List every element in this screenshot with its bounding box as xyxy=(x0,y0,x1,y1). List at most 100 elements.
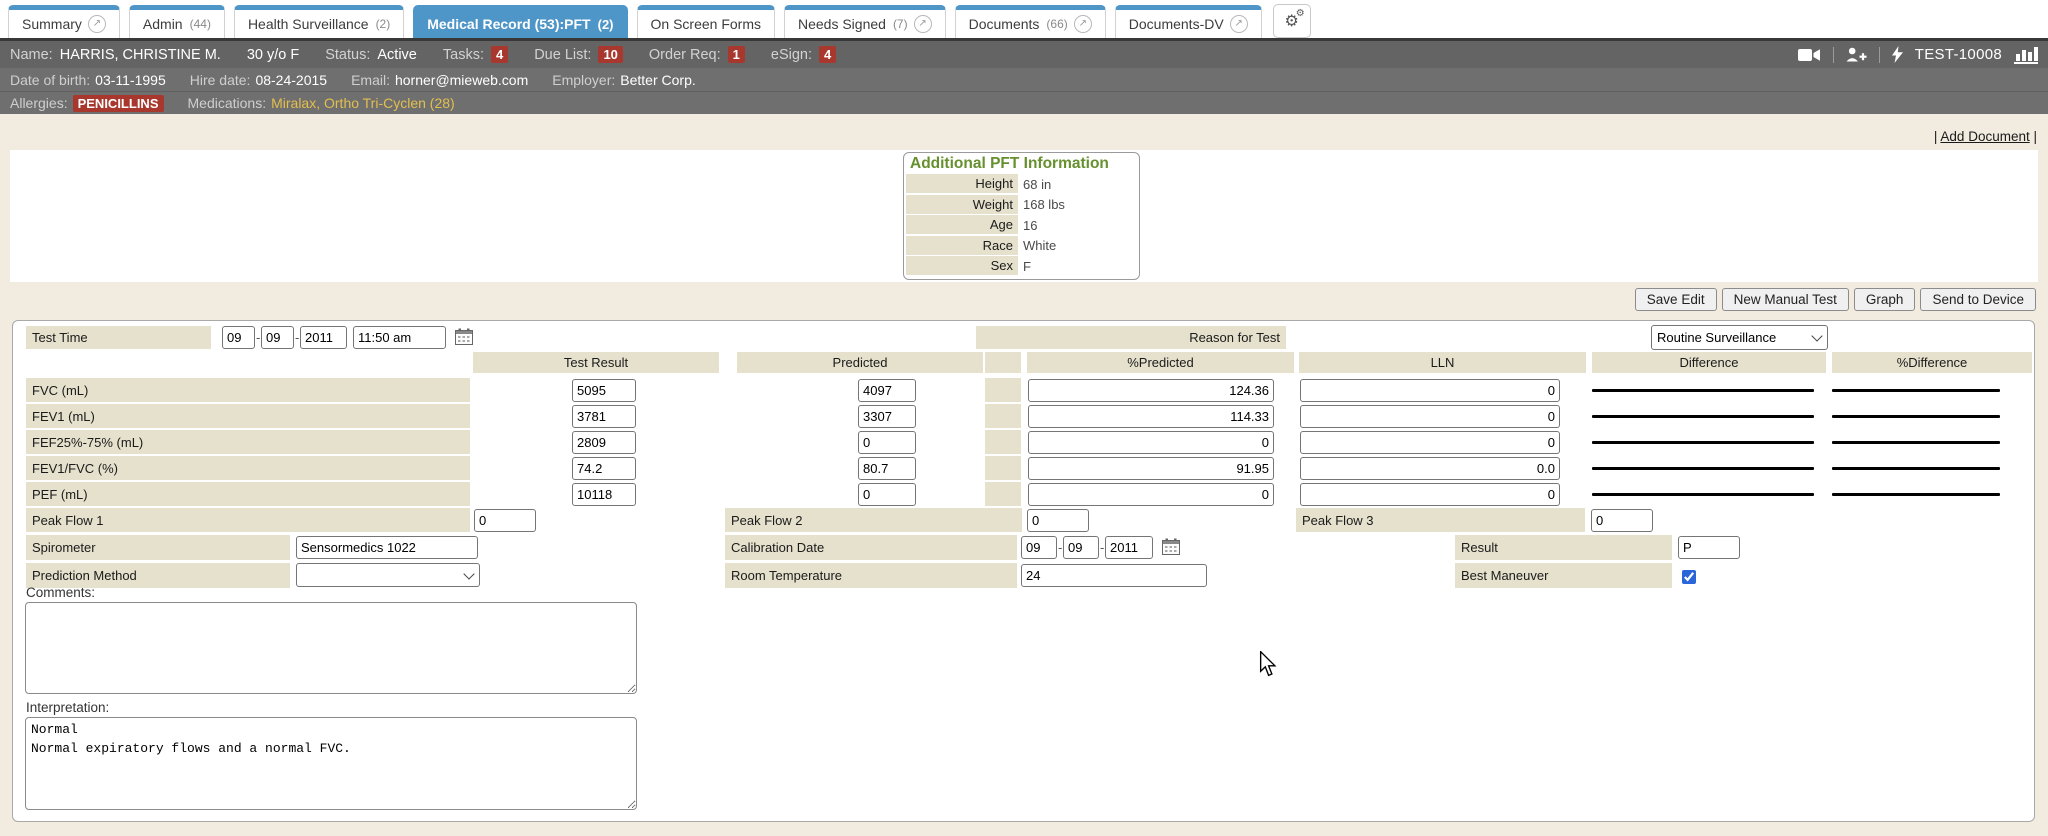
gear-small-icon: ⚙ xyxy=(1296,9,1305,19)
race-label: Race xyxy=(906,236,1018,255)
interpretation-label: Interpretation: xyxy=(26,700,109,715)
fef-predicted-input[interactable] xyxy=(858,431,916,454)
flowsheet-chart-icon[interactable] xyxy=(2014,45,2038,64)
fev1-pct-predicted-input[interactable] xyxy=(1028,405,1274,428)
prediction-method-select[interactable] xyxy=(296,563,480,587)
spirometer-input[interactable] xyxy=(296,536,478,559)
due-list-group[interactable]: Due List: 10 xyxy=(534,46,623,63)
fev1-lln-input[interactable] xyxy=(1300,405,1560,428)
settings-gears-button[interactable]: ⚙ ⚙ xyxy=(1273,4,1311,38)
fef-pct-predicted-input[interactable] xyxy=(1028,431,1274,454)
pef-lln-input[interactable] xyxy=(1300,483,1560,506)
save-edit-button[interactable]: Save Edit xyxy=(1635,288,1717,311)
tab-on-screen-forms[interactable]: On Screen Forms xyxy=(637,5,775,38)
row-spacer xyxy=(985,404,1021,428)
age-value: 16 xyxy=(1018,218,1037,233)
add-person-icon[interactable] xyxy=(1846,47,1867,62)
medication-separator: , xyxy=(316,95,320,111)
tab-label: Health Surveillance xyxy=(248,16,369,32)
result-input[interactable] xyxy=(1678,536,1740,559)
fef-test-result-input[interactable] xyxy=(572,431,636,454)
calibration-day-input[interactable] xyxy=(1063,536,1099,559)
test-month-input[interactable] xyxy=(222,326,255,349)
peak-flow-1-input[interactable] xyxy=(474,509,536,532)
fev1-fvc-lln-input[interactable] xyxy=(1300,457,1560,480)
medication-link-1[interactable]: Miralax xyxy=(271,95,316,111)
fev1-predicted-input[interactable] xyxy=(858,405,916,428)
date-dash: - xyxy=(1100,540,1104,555)
test-day-input[interactable] xyxy=(261,326,294,349)
dob-value: 03-11-1995 xyxy=(95,72,166,88)
esign-count-badge[interactable]: 4 xyxy=(819,46,836,63)
new-manual-test-button[interactable]: New Manual Test xyxy=(1722,288,1849,311)
comments-label: Comments: xyxy=(26,585,95,600)
tab-summary[interactable]: Summary ↗ xyxy=(8,5,120,38)
best-maneuver-checkbox[interactable] xyxy=(1682,570,1696,584)
tab-bar: Summary ↗ Admin (44) Health Surveillance… xyxy=(0,0,2048,38)
popout-icon[interactable]: ↗ xyxy=(914,15,932,33)
hire-date-label: Hire date: xyxy=(190,72,251,88)
fvc-test-result-input[interactable] xyxy=(572,379,636,402)
fvc-pct-difference-line xyxy=(1832,389,2000,392)
status-label: Status: xyxy=(325,47,370,63)
tab-documents[interactable]: Documents (66) ↗ xyxy=(955,5,1106,38)
divider xyxy=(1833,47,1834,63)
employer-value: Better Corp. xyxy=(620,72,695,88)
tab-medical-record-pft[interactable]: Medical Record (53):PFT (2) xyxy=(413,5,627,38)
tasks-count-badge[interactable]: 4 xyxy=(491,46,508,63)
pef-pct-predicted-input[interactable] xyxy=(1028,483,1274,506)
tab-health-surveillance[interactable]: Health Surveillance (2) xyxy=(234,5,404,38)
test-year-input[interactable] xyxy=(300,326,347,349)
row-spacer xyxy=(985,482,1021,506)
weight-value: 168 lbs xyxy=(1018,197,1065,212)
peak-flow-3-input[interactable] xyxy=(1591,509,1653,532)
calibration-month-input[interactable] xyxy=(1021,536,1057,559)
fev1-test-result-input[interactable] xyxy=(572,405,636,428)
graph-button[interactable]: Graph xyxy=(1854,288,1916,311)
comments-textarea[interactable] xyxy=(25,602,637,694)
tab-admin[interactable]: Admin (44) xyxy=(129,5,225,38)
add-document-link[interactable]: Add Document xyxy=(1940,129,2029,144)
order-req-group[interactable]: Order Req: 1 xyxy=(649,46,745,63)
date-dash: - xyxy=(256,330,260,345)
popout-icon[interactable]: ↗ xyxy=(1230,15,1248,33)
calendar-icon[interactable] xyxy=(455,328,473,350)
fvc-pct-predicted-input[interactable] xyxy=(1028,379,1274,402)
fev1-fvc-test-result-input[interactable] xyxy=(572,457,636,480)
spirometer-label: Spirometer xyxy=(26,535,290,560)
allergy-badge[interactable]: PENICILLINS xyxy=(73,95,164,112)
popout-icon[interactable]: ↗ xyxy=(88,15,106,33)
fvc-lln-input[interactable] xyxy=(1300,379,1560,402)
pef-test-result-input[interactable] xyxy=(572,483,636,506)
esign-label: eSign: xyxy=(771,47,812,63)
video-camera-icon[interactable] xyxy=(1798,48,1821,62)
sex-value: F xyxy=(1018,259,1031,274)
pef-predicted-input[interactable] xyxy=(858,483,916,506)
allergy-medication-bar: Allergies:PENICILLINS Medications: Miral… xyxy=(0,91,2048,114)
tasks-group[interactable]: Tasks: 4 xyxy=(443,46,508,63)
date-dash: - xyxy=(295,330,299,345)
tab-documents-dv[interactable]: Documents-DV ↗ xyxy=(1115,5,1262,38)
calendar-icon[interactable] xyxy=(1162,538,1180,560)
dob-label: Date of birth: xyxy=(10,72,90,88)
fev1-fvc-predicted-input[interactable] xyxy=(858,457,916,480)
order-req-count-badge[interactable]: 1 xyxy=(728,46,745,63)
pft-info-row: Weight168 lbs xyxy=(904,195,1139,216)
reason-select[interactable]: Routine Surveillance xyxy=(1651,325,1828,350)
fvc-predicted-input[interactable] xyxy=(858,379,916,402)
fev1-fvc-pct-predicted-input[interactable] xyxy=(1028,457,1274,480)
esign-group[interactable]: eSign: 4 xyxy=(771,46,836,63)
send-to-device-button[interactable]: Send to Device xyxy=(1920,288,2036,311)
lightning-bolt-icon[interactable] xyxy=(1892,46,1903,63)
fef-lln-input[interactable] xyxy=(1300,431,1560,454)
tab-needs-signed[interactable]: Needs Signed (7) ↗ xyxy=(784,5,946,38)
peak-flow-2-input[interactable] xyxy=(1027,509,1089,532)
room-temperature-input[interactable] xyxy=(1021,564,1207,587)
tab-label: On Screen Forms xyxy=(651,16,761,32)
interpretation-textarea[interactable] xyxy=(25,717,637,810)
popout-icon[interactable]: ↗ xyxy=(1074,15,1092,33)
calibration-year-input[interactable] xyxy=(1105,536,1153,559)
medication-link-2[interactable]: Ortho Tri-Cyclen (28) xyxy=(324,95,455,111)
due-list-count-badge[interactable]: 10 xyxy=(598,46,622,63)
test-time-input[interactable] xyxy=(353,326,446,349)
